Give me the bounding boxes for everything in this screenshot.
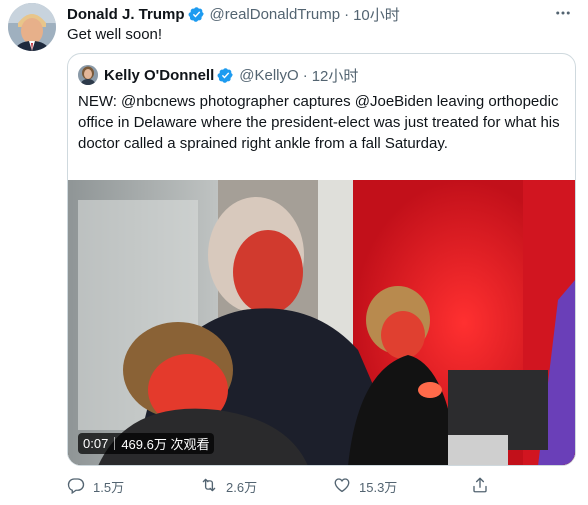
reply-icon [67, 476, 85, 497]
quoted-tweet[interactable]: Kelly O'Donnell @KellyO · 12小时 NEW: @nbc… [67, 53, 576, 466]
tweet-text: Get well soon! [67, 26, 163, 43]
verified-icon [217, 67, 234, 84]
quoted-text: NEW: @nbcnews photographer captures @Joe… [78, 93, 560, 152]
tweet-time[interactable]: 10小时 [353, 4, 400, 25]
badge-divider [114, 437, 116, 450]
video-player[interactable]: 0:07 469.6万 次观看 [68, 180, 575, 465]
verified-icon [188, 6, 205, 23]
quoted-author-name[interactable]: Kelly O'Donnell [104, 67, 214, 84]
author-avatar[interactable] [8, 3, 56, 51]
author-handle[interactable]: @realDonaldTrump [210, 6, 341, 23]
quoted-author-handle[interactable]: @KellyO [239, 67, 298, 84]
video-duration: 0:07 [83, 436, 109, 451]
quoted-avatar[interactable] [78, 65, 98, 85]
author-name[interactable]: Donald J. Trump [67, 6, 185, 23]
like-icon [333, 476, 351, 497]
tweet-header: Donald J. Trump @realDonaldTrump · 10小时 [67, 3, 400, 25]
reply-count: 1.5万 [93, 479, 125, 495]
share-button[interactable] [471, 476, 489, 497]
like-count: 15.3万 [359, 479, 398, 495]
more-icon[interactable] [552, 4, 574, 22]
separator-dot: · [302, 66, 308, 84]
separator-dot: · [344, 5, 350, 23]
like-button[interactable]: 15.3万 [333, 476, 397, 497]
quoted-header: Kelly O'Donnell @KellyO · 12小时 [78, 64, 358, 86]
video-stats-badge: 0:07 469.6万 次观看 [78, 433, 215, 454]
reply-button[interactable]: 1.5万 [67, 476, 124, 497]
share-icon [471, 476, 489, 497]
retweet-icon [200, 476, 218, 497]
video-frame [68, 180, 575, 465]
retweet-count: 2.6万 [226, 479, 258, 495]
video-views: 469.6万 次观看 [121, 437, 210, 452]
tweet[interactable]: Donald J. Trump @realDonaldTrump · 10小时 … [0, 0, 588, 505]
quoted-time[interactable]: 12小时 [312, 65, 359, 86]
action-bar: 1.5万 2.6万 15.3万 [67, 474, 497, 498]
retweet-button[interactable]: 2.6万 [200, 476, 257, 497]
